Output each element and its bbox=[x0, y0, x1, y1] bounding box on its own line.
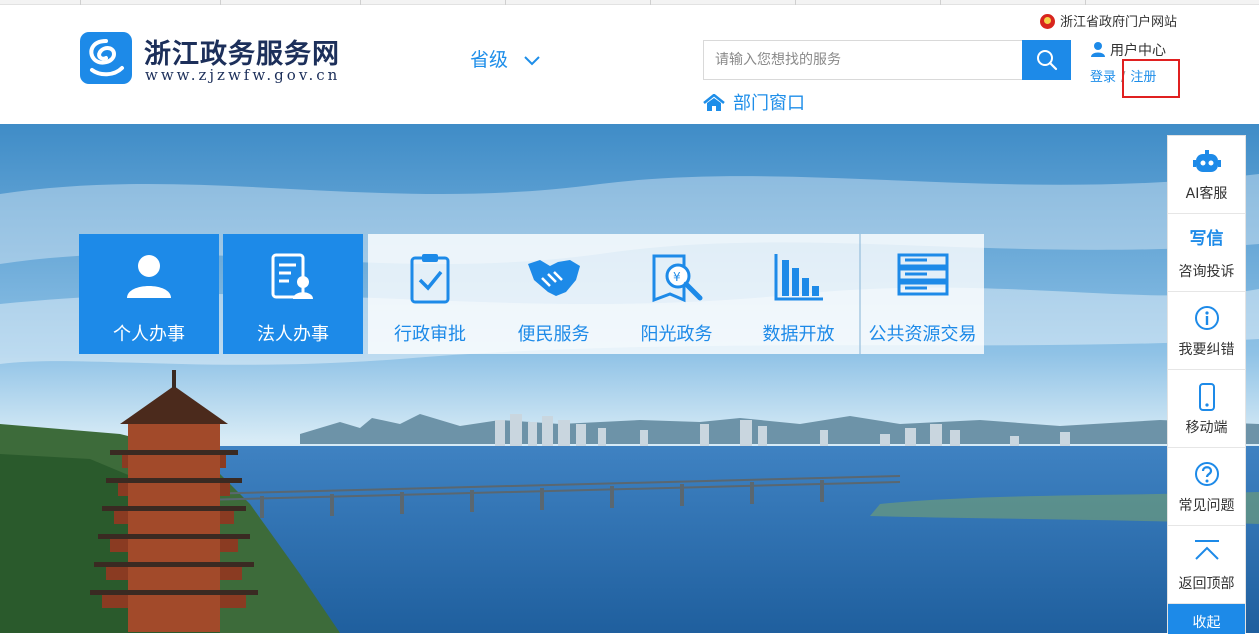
sidebar-item-label: 移动端 bbox=[1185, 420, 1228, 436]
info-icon bbox=[1194, 306, 1219, 330]
search-icon bbox=[1036, 50, 1057, 71]
hero-banner bbox=[0, 124, 1259, 633]
question-icon bbox=[1194, 462, 1219, 486]
server-stack-icon bbox=[897, 253, 948, 296]
tile-data-open[interactable]: 数据开放 bbox=[738, 234, 859, 354]
user-center-link[interactable]: 用户中心 bbox=[1090, 40, 1166, 60]
document-search-icon: ¥ bbox=[652, 254, 702, 303]
handshake-icon bbox=[527, 260, 580, 296]
national-emblem-icon bbox=[1040, 14, 1055, 29]
search-box bbox=[703, 40, 1071, 80]
region-selector[interactable]: 省级 bbox=[470, 45, 540, 72]
chevron-down-icon bbox=[524, 55, 540, 65]
sidebar-item-label: 咨询投诉 bbox=[1178, 264, 1235, 280]
tile-public-resource-trading[interactable]: 公共资源交易 bbox=[861, 234, 984, 354]
gov-portal-link[interactable]: 浙江省政府门户网站 bbox=[1040, 11, 1177, 30]
sidebar-item-faq[interactable]: 常见问题 bbox=[1168, 448, 1245, 526]
site-url: www.zjzwfw.gov.cn bbox=[145, 66, 341, 84]
dept-window-link[interactable]: 部门窗口 bbox=[703, 89, 805, 115]
site-logo[interactable] bbox=[80, 32, 132, 84]
search-input[interactable] bbox=[704, 41, 1022, 79]
sidebar-item-back-to-top[interactable]: 返回顶部 bbox=[1168, 526, 1245, 604]
search-button[interactable] bbox=[1022, 40, 1071, 80]
tile-convenience-services[interactable]: 便民服务 bbox=[492, 234, 615, 354]
dept-window-label: 部门窗口 bbox=[733, 93, 805, 114]
site-header: 浙江政务服务网 www.zjzwfw.gov.cn 省级 浙江省政府门户网站 用… bbox=[0, 5, 1259, 124]
sidebar-item-mobile[interactable]: 移动端 bbox=[1168, 370, 1245, 448]
gov-portal-label: 浙江省政府门户网站 bbox=[1060, 15, 1178, 30]
floating-sidebar: AI客服 写信 咨询投诉 我要纠错 移动端 常见问题 返回顶部 收起 bbox=[1167, 135, 1246, 634]
user-icon bbox=[1091, 42, 1105, 57]
sidebar-item-label: 我要纠错 bbox=[1178, 342, 1235, 358]
mobile-icon bbox=[1198, 383, 1215, 411]
back-to-top-icon bbox=[1194, 540, 1219, 560]
tile-personal-affairs[interactable]: 个人办事 bbox=[79, 234, 219, 354]
user-center-label: 用户中心 bbox=[1110, 43, 1166, 59]
clipboard-check-icon bbox=[410, 254, 450, 304]
sidebar-item-label: AI客服 bbox=[1185, 186, 1228, 202]
tile-sunshine-government[interactable]: ¥ 阳光政务 bbox=[615, 234, 738, 354]
sidebar-item-ai-service[interactable]: AI客服 bbox=[1168, 136, 1245, 214]
legal-person-icon bbox=[271, 253, 313, 299]
tile-label: 行政审批 bbox=[394, 324, 466, 345]
tile-label: 个人办事 bbox=[113, 324, 185, 345]
sidebar-item-label: 常见问题 bbox=[1178, 498, 1235, 514]
write-letter-icon: 写信 bbox=[1189, 229, 1224, 249]
bar-chart-icon bbox=[774, 254, 823, 301]
home-icon bbox=[703, 93, 725, 111]
robot-icon bbox=[1192, 150, 1221, 172]
sidebar-item-report-error[interactable]: 我要纠错 bbox=[1168, 292, 1245, 370]
register-highlight-box bbox=[1122, 59, 1180, 98]
region-label: 省级 bbox=[470, 49, 509, 71]
tile-label: 便民服务 bbox=[517, 324, 590, 345]
tile-administrative-approval[interactable]: 行政审批 bbox=[368, 234, 492, 354]
sidebar-item-label: 返回顶部 bbox=[1178, 576, 1235, 592]
collapse-sidebar-button[interactable]: 收起 bbox=[1168, 604, 1245, 634]
tile-label: 阳光政务 bbox=[640, 324, 713, 345]
login-link[interactable]: 登录 bbox=[1090, 70, 1116, 85]
tile-label: 数据开放 bbox=[762, 324, 835, 345]
person-icon bbox=[127, 255, 171, 298]
tile-label: 公共资源交易 bbox=[868, 324, 977, 345]
svg-text:¥: ¥ bbox=[673, 270, 681, 284]
hangzhou-scenery-image bbox=[0, 124, 1259, 633]
tile-label: 法人办事 bbox=[257, 324, 329, 345]
sidebar-item-consult-complaint[interactable]: 写信 咨询投诉 bbox=[1168, 214, 1245, 292]
tile-legal-person-affairs[interactable]: 法人办事 bbox=[223, 234, 363, 354]
